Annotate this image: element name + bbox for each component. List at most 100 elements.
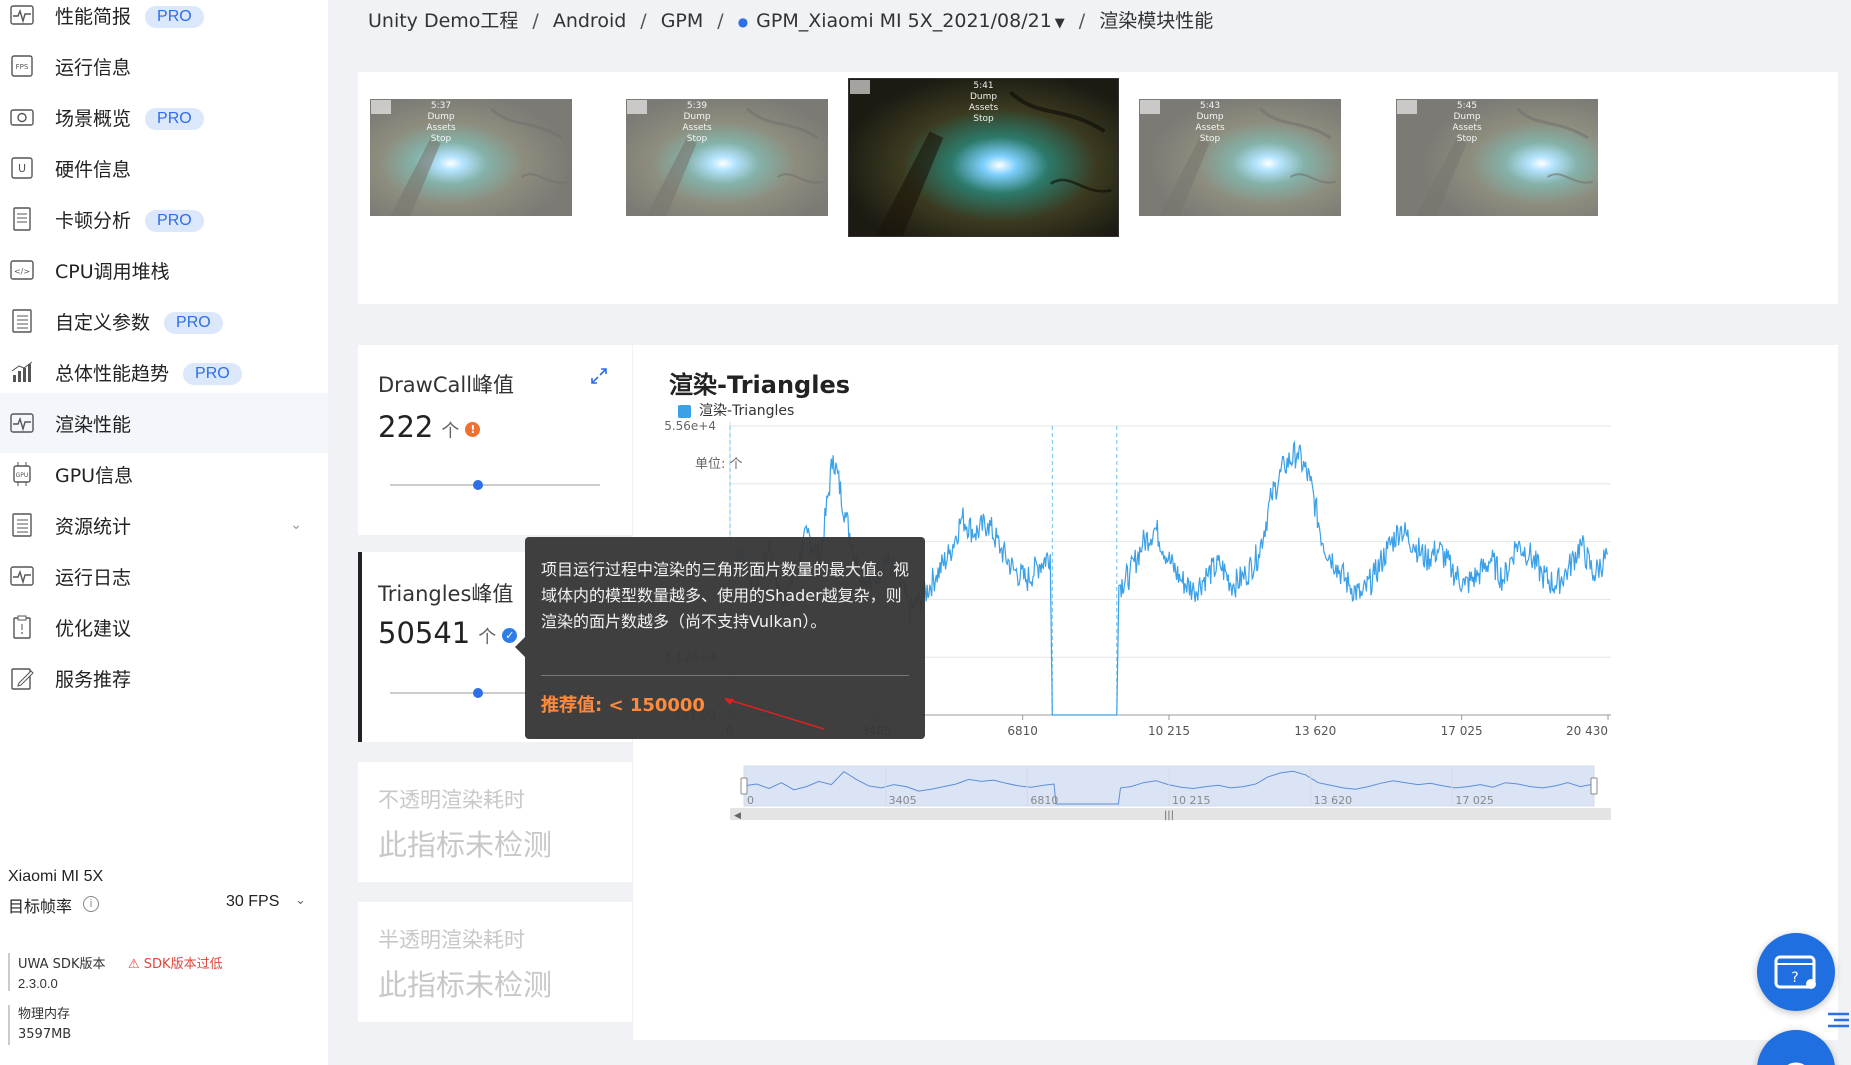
sidebar-item-text: 自定义参数 bbox=[55, 311, 151, 334]
overlay-button: Assets bbox=[682, 123, 712, 133]
triangles-title: Triangles峰值 bbox=[378, 582, 514, 606]
svg-text:?: ? bbox=[1791, 970, 1798, 986]
sidebar-item-text: 总体性能趋势 bbox=[55, 362, 170, 385]
breadcrumb-platform[interactable]: Android bbox=[553, 10, 626, 32]
overlay-button: Assets bbox=[1452, 123, 1482, 133]
breadcrumb: Unity Demo工程 / Android / GPM / ● GPM_Xiaomi MI … bbox=[368, 6, 1213, 33]
overlay-time: 5:39 bbox=[686, 101, 708, 111]
sdk-version: 2.3.0.0 bbox=[18, 976, 58, 991]
pro-badge: PRO bbox=[145, 6, 204, 28]
overlay-button: Stop bbox=[430, 134, 452, 144]
breadcrumb-separator: / bbox=[717, 10, 724, 32]
game-scene-image bbox=[370, 99, 572, 216]
pro-badge: PRO bbox=[145, 108, 204, 130]
camera-icon bbox=[8, 103, 36, 131]
list-icon bbox=[8, 511, 36, 539]
x-tick-label: 13 620 bbox=[1294, 724, 1336, 738]
x-tick-label: 17 025 bbox=[1441, 724, 1483, 738]
overlay-time: 5:37 bbox=[430, 101, 452, 111]
warning-icon: ⚠ bbox=[128, 957, 140, 972]
warning-icon: ! bbox=[465, 421, 481, 437]
triangles-value-row: 50541 个 ✓ bbox=[378, 616, 518, 650]
metric-tooltip: 项目运行过程中渲染的三角形面片数量的最大值。视域体内的模型数量越多、使用的Sha… bbox=[515, 537, 925, 739]
breadcrumb-module[interactable]: GPM bbox=[661, 10, 704, 32]
memory-label: 物理内存 bbox=[18, 1007, 71, 1022]
overlay-button: Stop bbox=[1199, 134, 1221, 144]
breadcrumb-project[interactable]: Unity Demo工程 bbox=[368, 10, 518, 32]
opaque-not-detected: 此指标未检测 bbox=[378, 828, 553, 862]
game-overlay-buttons: 5:37 Dump Assets Stop bbox=[421, 101, 461, 145]
pro-badge: PRO bbox=[183, 363, 242, 385]
drawcall-card[interactable]: DrawCall峰值 222 个! bbox=[358, 345, 632, 535]
screenshot-thumbnail[interactable]: 5:39 Dump Assets Stop bbox=[626, 99, 828, 216]
breadcrumb-separator: / bbox=[640, 10, 647, 32]
sidebar-item-label: 硬件信息 bbox=[55, 155, 131, 182]
sidebar-item-label: 场景概览 PRO bbox=[55, 104, 204, 131]
chevron-down-icon[interactable]: ⌄ bbox=[295, 893, 306, 908]
sidebar-item-text: CPU调用堆栈 bbox=[55, 260, 170, 283]
screenshot-strip: 5:37 Dump Assets Stop 5:39 Dump Assets Stop 5:41… bbox=[358, 72, 1838, 304]
overlay-button: Dump bbox=[1196, 112, 1224, 122]
triangles-unit: 个 bbox=[478, 627, 497, 648]
sidebar-item-label: CPU调用堆栈 bbox=[55, 257, 170, 284]
sidebar-item-text: 场景概览 bbox=[55, 107, 132, 130]
clipboard-icon bbox=[8, 613, 36, 641]
sidebar-item-label: 资源统计 bbox=[55, 512, 131, 539]
tooltip-divider bbox=[541, 675, 909, 676]
svg-text:FPS: FPS bbox=[16, 63, 29, 71]
sidebar-item-label: 运行信息 bbox=[55, 53, 131, 80]
tooltip-text: 项目运行过程中渲染的三角形面片数量的最大值。视域体内的模型数量越多、使用的Sha… bbox=[541, 560, 910, 631]
sidebar-item-service-rec[interactable]: 服务推荐 bbox=[0, 648, 328, 708]
screenshot-thumbnail[interactable]: 5:45 Dump Assets Stop bbox=[1396, 99, 1598, 216]
overlay-button: Assets bbox=[1195, 123, 1225, 133]
target-fps-row[interactable]: 目标帧率 i 30 FPS ⌄ bbox=[8, 893, 308, 917]
chevron-down-icon[interactable]: ⌄ bbox=[290, 517, 302, 533]
screenshot-thumbnail[interactable]: 5:37 Dump Assets Stop bbox=[370, 99, 572, 216]
triangles-slider-dot bbox=[473, 688, 484, 698]
screenshot-thumbnail[interactable]: 5:41 Dump Assets Stop bbox=[848, 78, 1119, 237]
opaque-title: 不透明渲染耗时 bbox=[378, 788, 525, 812]
pulse-icon bbox=[8, 1, 36, 29]
game-scene-image bbox=[1396, 99, 1598, 216]
breadcrumb-separator: / bbox=[1078, 10, 1086, 32]
transparent-not-detected: 此指标未检测 bbox=[378, 968, 553, 1002]
help-video-button[interactable]: ? bbox=[1757, 933, 1835, 1011]
caret-down-icon[interactable]: ▼ bbox=[1055, 16, 1065, 31]
drawcall-unit: 个 bbox=[441, 421, 460, 442]
code-icon: </> bbox=[8, 256, 36, 284]
sidebar-item-label: 运行日志 bbox=[55, 563, 131, 590]
sdk-info: UWA SDK版本 ⚠ SDK版本过低 2.3.0.0 bbox=[8, 953, 308, 991]
breadcrumb-session[interactable]: GPM_Xiaomi MI 5X_2021/08/21 bbox=[756, 10, 1052, 32]
svg-text:</>: </> bbox=[14, 267, 30, 276]
expand-icon[interactable] bbox=[590, 367, 608, 385]
zoom-handle[interactable] bbox=[1590, 777, 1598, 795]
svg-text:GPU: GPU bbox=[16, 472, 29, 479]
overlay-button: Dump bbox=[683, 112, 711, 122]
zoom-tick-label: 3405 bbox=[889, 794, 917, 807]
sdk-warning-text: SDK版本过低 bbox=[143, 957, 223, 972]
info-icon[interactable]: i bbox=[83, 896, 99, 912]
pro-badge: PRO bbox=[145, 210, 204, 232]
sidebar-item-text: 服务推荐 bbox=[55, 668, 132, 691]
sidebar-item-text: 运行信息 bbox=[55, 56, 132, 79]
collapse-arrow-icon[interactable] bbox=[1826, 1010, 1851, 1028]
sidebar-item-text: 渲染性能 bbox=[55, 413, 132, 436]
document-icon bbox=[8, 205, 36, 233]
target-fps-select[interactable]: 30 FPS bbox=[226, 893, 279, 911]
screenshot-thumbnail[interactable]: 5:43 Dump Assets Stop bbox=[1139, 99, 1341, 216]
sidebar-item-text: 运行日志 bbox=[55, 566, 132, 589]
game-overlay-buttons: 5:43 Dump Assets Stop bbox=[1190, 101, 1230, 145]
scroll-left-icon: ◀ bbox=[734, 811, 741, 821]
zoom-handle[interactable] bbox=[740, 777, 748, 795]
overlay-time: 5:43 bbox=[1199, 101, 1221, 111]
overlay-button: Assets bbox=[426, 123, 456, 133]
drawcall-value-row: 222 个! bbox=[378, 410, 481, 444]
zoom-tick-label: 10 215 bbox=[1172, 794, 1211, 807]
opaque-render-card: 不透明渲染耗时 此指标未检测 bbox=[358, 762, 632, 882]
sidebar-item-label: 性能简报 PRO bbox=[55, 2, 204, 29]
u-chip-icon: U bbox=[8, 154, 36, 182]
menu-icon bbox=[1140, 100, 1160, 114]
headset-icon bbox=[1787, 1062, 1805, 1065]
status-dot-icon: ● bbox=[737, 14, 749, 29]
sdk-warning: ⚠ SDK版本过低 bbox=[128, 953, 223, 972]
